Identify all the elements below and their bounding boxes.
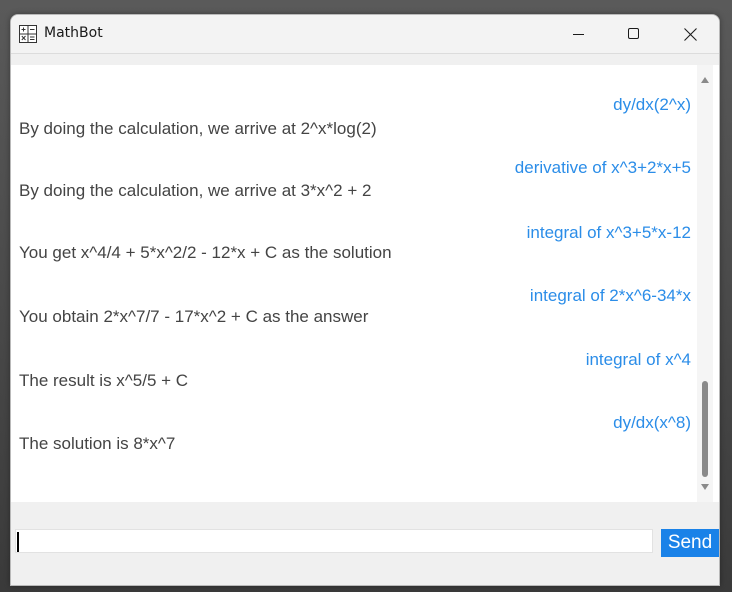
maximize-icon <box>628 28 639 39</box>
bot-message: The result is x^5/5 + C <box>19 371 189 390</box>
calculator-icon <box>19 25 37 43</box>
scroll-down-arrow-icon[interactable] <box>701 484 709 490</box>
bot-message: You get x^4/4 + 5*x^2/2 - 12*x + C as th… <box>19 243 392 262</box>
user-message: integral of x^3+5*x-12 <box>526 223 691 242</box>
desktop: MathBot dy/dx(2^x) By doing the calculat… <box>0 0 732 592</box>
bot-message: By doing the calculation, we arrive at 2… <box>19 119 377 138</box>
chat-area[interactable]: dy/dx(2^x) By doing the calculation, we … <box>11 65 719 502</box>
scrollbar-thumb[interactable] <box>702 381 708 477</box>
scroll-up-arrow-icon[interactable] <box>701 77 709 83</box>
user-message: dy/dx(2^x) <box>613 95 691 114</box>
chat-messages[interactable]: dy/dx(2^x) By doing the calculation, we … <box>11 65 697 502</box>
bot-message: The solution is 8*x^7 <box>19 434 176 453</box>
minimize-button[interactable] <box>556 15 602 53</box>
window-title: MathBot <box>44 25 103 41</box>
vertical-scrollbar[interactable] <box>697 65 713 502</box>
close-button[interactable] <box>667 15 713 53</box>
close-icon <box>683 27 697 41</box>
app-window: MathBot dy/dx(2^x) By doing the calculat… <box>10 14 720 586</box>
message-input[interactable] <box>15 529 653 553</box>
user-message: integral of 2*x^6-34*x <box>529 286 691 305</box>
title-bar[interactable]: MathBot <box>11 15 719 54</box>
minimize-icon <box>573 34 584 35</box>
bot-message: You obtain 2*x^7/7 - 17*x^2 + C as the a… <box>19 307 369 326</box>
input-row: Send <box>11 529 719 557</box>
text-caret <box>17 532 19 552</box>
bot-message: By doing the calculation, we arrive at 3… <box>19 181 372 200</box>
user-message: dy/dx(x^8) <box>613 413 691 432</box>
user-message: integral of x^4 <box>585 350 691 369</box>
maximize-button[interactable] <box>611 15 657 53</box>
send-button[interactable]: Send <box>661 529 719 557</box>
user-message: derivative of x^3+2*x+5 <box>514 158 691 177</box>
